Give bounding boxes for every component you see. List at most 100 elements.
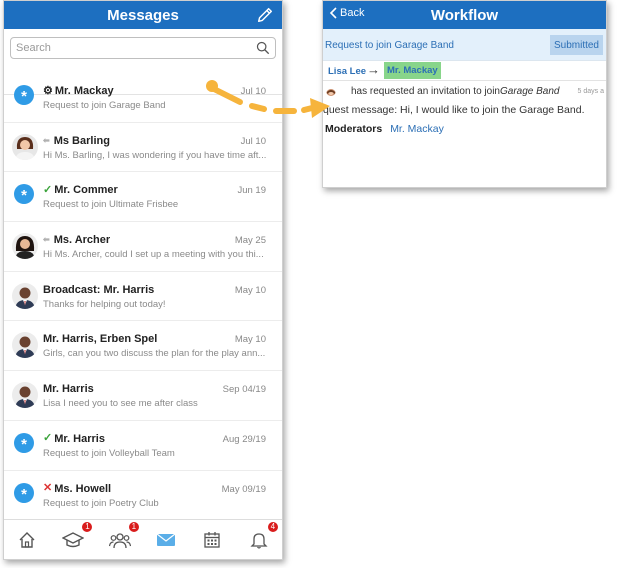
moderators-value[interactable]: Mr. Mackay <box>390 123 444 135</box>
workflow-title: Workflow <box>430 6 499 24</box>
asterisk-icon: * <box>14 432 34 453</box>
message-row[interactable]: * ✓ Mr. Commer Jun 19 Request to join Ultima… <box>4 172 282 223</box>
workflow-screen: Back Workflow Request to join Garage Ban… <box>322 0 607 188</box>
moderators-label: Moderators <box>325 123 383 135</box>
sender-name: Mr. Commer <box>54 184 118 197</box>
message-sender: ✓ Mr. Harris <box>43 433 105 445</box>
workflow-header: Back Workflow <box>323 1 606 29</box>
home-icon <box>18 531 36 549</box>
message-row[interactable]: * ✕ Ms. Howell May 09/19 Request to join Poe… <box>4 471 282 521</box>
note-prefix: has requested an invitation to join <box>351 86 500 97</box>
moderators-row: Moderators Mr. Mackay <box>325 123 444 135</box>
message-sender: ⚙ Mr. Mackay <box>43 85 114 97</box>
message-preview: Hi Ms. Archer, could I set up a meeting … <box>43 249 264 261</box>
people-icon <box>108 531 131 549</box>
tab-people[interactable]: 1 <box>108 520 140 551</box>
sender-name: Mr. Harris, Erben Spel <box>43 333 158 346</box>
tab-mail[interactable] <box>154 529 178 551</box>
message-row[interactable]: * ✓ Mr. Harris Aug 29/19 Request to join Vol… <box>4 421 282 471</box>
sender-name: Ms. Howell <box>54 482 112 495</box>
message-preview: Girls, can you two discuss the plan for … <box>43 348 266 360</box>
messages-header: Messages <box>4 1 282 29</box>
notification-badge: 1 <box>81 520 94 533</box>
message-list: * ⚙ Mr. Mackay Jul 10 Request to join Garage… <box>4 73 282 521</box>
note-text: has requested an invitation to joinGarag… <box>351 86 560 97</box>
message-preview: Lisa I need you to see me after class <box>43 398 198 410</box>
check-icon: ✓ <box>43 183 53 196</box>
message-preview: Request to join Volleyball Team <box>43 447 175 459</box>
message-row[interactable]: Mr. Harris, Erben Spel May 10 Girls, can y… <box>4 321 282 372</box>
tab-home[interactable] <box>15 529 39 551</box>
message-date: Aug 29/19 <box>222 433 266 445</box>
tab-graduation-cap[interactable]: 1 <box>61 520 94 551</box>
tab-bell[interactable]: 4 <box>247 520 279 551</box>
avatar <box>326 86 336 96</box>
message-sender: ✕ Ms. Howell <box>43 483 111 495</box>
reply-icon: ⬅ <box>43 235 50 245</box>
message-preview: Request to join Ultimate Frisbee <box>43 199 179 211</box>
tab-calendar[interactable] <box>200 529 224 551</box>
mail-icon <box>156 533 176 547</box>
workflow-note: has requested an invitation to joinGarag… <box>323 83 606 99</box>
gear-icon: ⚙ <box>43 84 53 97</box>
message-row[interactable]: Mr. Harris Sep 04/19 Lisa I need you to se… <box>4 371 282 421</box>
search-input[interactable] <box>16 42 236 54</box>
notification-badge: 4 <box>266 520 279 533</box>
compose-icon[interactable] <box>256 6 274 24</box>
back-button[interactable]: Back <box>329 7 364 19</box>
bell-icon <box>250 531 268 549</box>
message-preview: Request to join Poetry Club <box>43 497 159 509</box>
message-sender: Broadcast: Mr. Harris <box>43 284 154 296</box>
close-icon: ✕ <box>43 482 53 494</box>
asterisk-icon: * <box>14 85 34 105</box>
message-sender: ✓ Mr. Commer <box>43 184 118 196</box>
message-row[interactable]: Broadcast: Mr. Harris May 10 Thanks for he… <box>4 272 282 322</box>
note-timestamp: 5 days a <box>577 88 604 95</box>
message-date: Jun 19 <box>237 185 266 197</box>
graduation-cap-icon <box>62 531 85 549</box>
route-to[interactable]: Mr. Mackay <box>384 62 441 79</box>
sender-name: Broadcast: Mr. Harris <box>43 283 155 296</box>
tab-bar: 1 1 4 <box>4 519 282 559</box>
sender-name: Mr. Mackay <box>54 85 114 97</box>
message-sender: Mr. Harris <box>43 383 94 395</box>
messages-title: Messages <box>107 6 179 24</box>
message-date: Sep 04/19 <box>222 384 266 396</box>
route-from[interactable]: Lisa Lee <box>328 66 366 77</box>
check-icon: ✓ <box>43 432 53 445</box>
message-row[interactable]: ⬅ Ms Barling Jul 10 Hi Ms. Barling, I was w… <box>4 123 282 173</box>
notification-badge: 1 <box>127 520 140 533</box>
asterisk-icon: * <box>14 184 34 205</box>
workflow-route: Lisa Lee → Mr. Mackay <box>323 61 606 81</box>
message-date: May 10 <box>234 284 266 296</box>
message-sender: ⬅ Ms Barling <box>43 135 110 147</box>
sender-name: Ms Barling <box>53 134 110 147</box>
reply-icon: ⬅ <box>43 135 50 145</box>
avatar <box>12 382 38 409</box>
calendar-icon <box>203 531 221 549</box>
asterisk-icon: * <box>14 482 34 503</box>
avatar <box>12 133 38 160</box>
status-badge: Submitted <box>549 35 603 55</box>
request-message: quest message: Hi, I would like to join … <box>323 104 585 116</box>
request-bar: Request to join Garage Band Submitted <box>323 29 606 61</box>
message-preview: Request to join Garage Band <box>43 100 166 111</box>
message-sender: ⬅ Ms. Archer <box>43 234 110 246</box>
arrow-right-icon: → <box>367 62 380 77</box>
message-sender: Mr. Harris, Erben Spel <box>43 333 157 345</box>
message-date: May 25 <box>234 235 266 247</box>
message-date: Jul 10 <box>240 135 266 147</box>
search-icon[interactable] <box>256 41 270 55</box>
message-row[interactable]: * ⚙ Mr. Mackay Jul 10 Request to join Garage… <box>4 73 282 123</box>
sender-name: Mr. Harris <box>54 432 105 445</box>
message-date: May 09/19 <box>221 483 266 495</box>
search-box[interactable] <box>10 37 276 59</box>
avatar <box>12 332 38 359</box>
sender-name: Mr. Harris <box>43 383 94 396</box>
message-date: May 10 <box>234 334 266 346</box>
message-row[interactable]: ⬅ Ms. Archer May 25 Hi Ms. Archer, could I … <box>4 222 282 272</box>
chevron-left-icon <box>329 7 337 19</box>
sender-name: Ms. Archer <box>53 234 111 247</box>
messages-screen: Messages * ⚙Mr. Mackay Jul 10 Request to jo… <box>3 0 283 560</box>
message-date: Jul 10 <box>240 86 266 97</box>
